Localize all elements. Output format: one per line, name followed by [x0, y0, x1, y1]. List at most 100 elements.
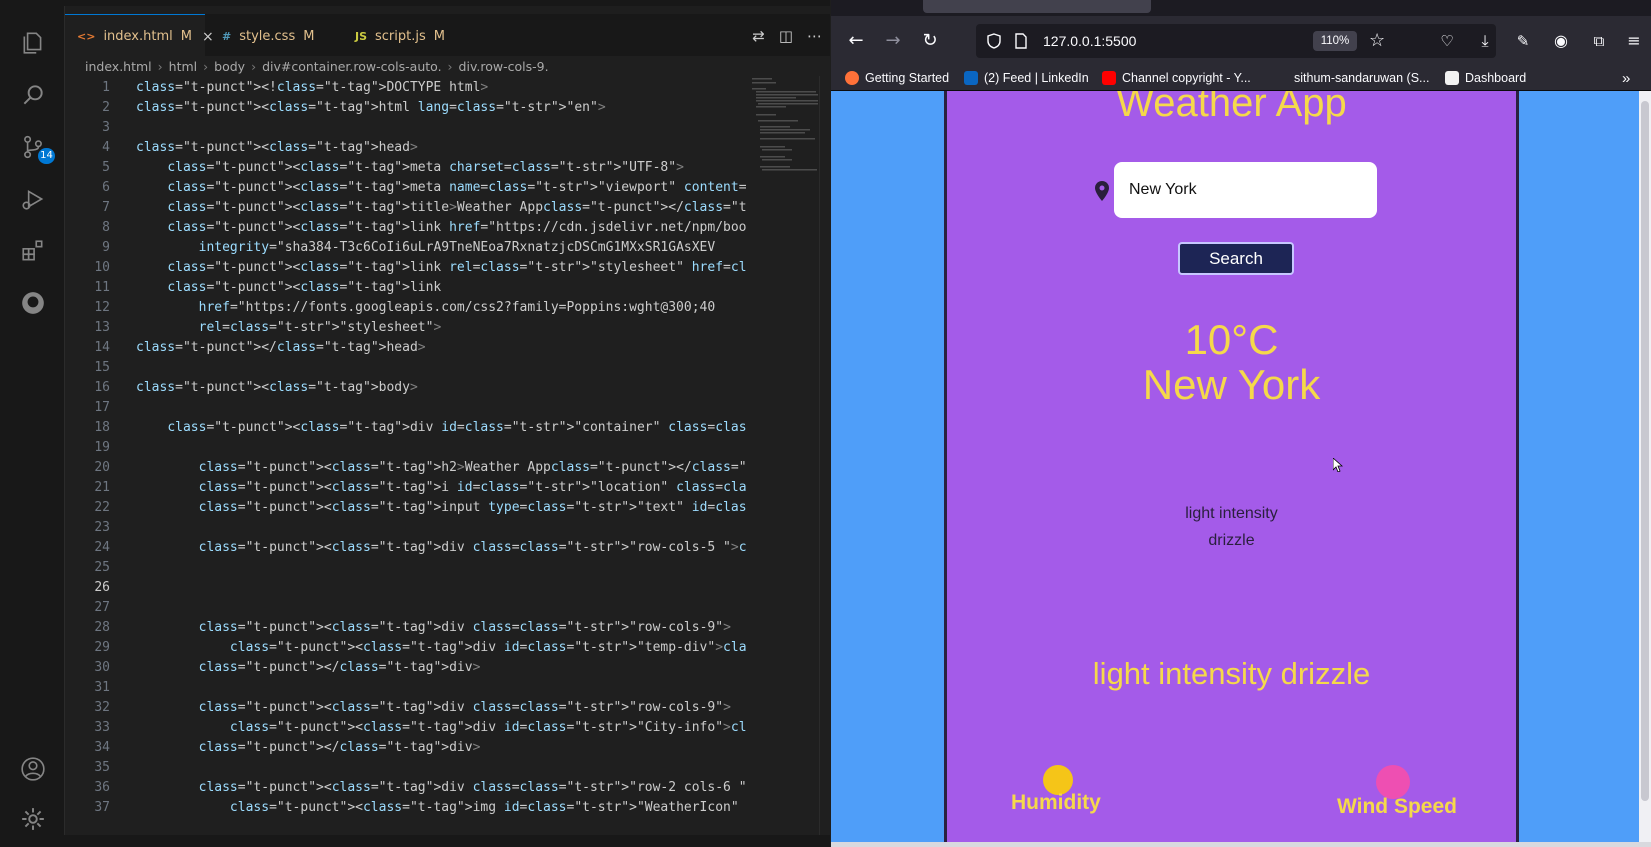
shield-icon[interactable] — [986, 33, 1002, 49]
breadcrumb-item[interactable]: div.row-cols-9. — [459, 59, 549, 74]
line-number: 33 — [94, 720, 110, 735]
settings-gear-icon[interactable] — [20, 806, 46, 832]
code-line[interactable]: 14 class="t-punct"></class="t-tag">head> — [65, 338, 745, 358]
tools-icon[interactable]: ✎ — [1512, 30, 1534, 52]
line-number: 35 — [94, 760, 110, 775]
editor-scrollbar[interactable] — [819, 76, 830, 835]
bookmark-getting-started[interactable]: Getting Started — [845, 66, 949, 90]
code-line[interactable]: 36 class="t-punct"><class="t-tag">div cl… — [65, 778, 746, 798]
compare-changes-icon[interactable]: ⇄ — [752, 27, 765, 45]
city-input[interactable] — [1114, 162, 1377, 218]
code-line[interactable]: 28 class="t-punct"><class="t-tag">div cl… — [65, 618, 745, 638]
breadcrumb-item[interactable]: index.html — [85, 59, 152, 74]
code-line[interactable]: 16 class="t-punct"><class="t-tag">body> — [65, 378, 745, 398]
code-line[interactable]: 17 — [65, 398, 745, 418]
minimap[interactable] — [750, 76, 820, 216]
browser-tab-active[interactable] — [923, 0, 1151, 13]
code-line[interactable]: 7 class="t-punct"><class="t-tag">title>W… — [65, 198, 746, 218]
reload-icon[interactable]: ↻ — [919, 30, 941, 52]
tab-script-js[interactable]: JS script.js M — [343, 14, 468, 58]
weather-card: Weather App Search 10°C New York light i… — [944, 91, 1519, 842]
code-line[interactable]: 11 class="t-punct"><class="t-tag">link — [65, 278, 745, 298]
code-line[interactable]: 18 class="t-punct"><class="t-tag">div id… — [65, 418, 746, 438]
line-number: 31 — [94, 680, 110, 695]
extensions-icon[interactable] — [20, 238, 46, 264]
line-number: 21 — [94, 480, 110, 495]
pocket-icon[interactable]: ♡ — [1436, 30, 1458, 52]
tab-style-css[interactable]: # style.css M — [210, 14, 335, 58]
more-actions-icon[interactable]: ⋯ — [807, 27, 822, 45]
code-line[interactable]: 8 class="t-punct"><class="t-tag">link hr… — [65, 218, 746, 238]
search-icon[interactable] — [20, 82, 46, 108]
line-number: 37 — [94, 800, 110, 815]
code-line[interactable]: 21 class="t-punct"><class="t-tag">i id=c… — [65, 478, 746, 498]
code-line[interactable]: 5 class="t-punct"><class="t-tag">meta ch… — [65, 158, 745, 178]
code-line[interactable]: 15 — [65, 358, 745, 378]
code-line[interactable]: 3 — [65, 118, 745, 138]
code-text: class="t-punct"><class="t-tag">div id=cl… — [167, 420, 746, 435]
page-scrollbar[interactable] — [1639, 91, 1651, 842]
code-line[interactable]: 24 class="t-punct"><class="t-tag">div cl… — [65, 538, 746, 558]
youtube-icon — [1102, 71, 1116, 85]
breadcrumb-item[interactable]: div#container.row-cols-auto. — [262, 59, 441, 74]
back-icon[interactable]: ← — [845, 30, 867, 52]
bookmark-sithum[interactable]: sithum-sandaruwan (S... — [1294, 66, 1429, 90]
search-button[interactable]: Search — [1178, 242, 1294, 275]
line-number: 26 — [94, 580, 110, 595]
modified-mark: M — [303, 28, 315, 44]
menu-icon[interactable]: ≡ — [1623, 30, 1645, 52]
account-icon[interactable]: ◉ — [1550, 30, 1572, 52]
bookmark-youtube[interactable]: Channel copyright - Y... — [1102, 66, 1251, 90]
code-line[interactable]: 27 — [65, 598, 745, 618]
account-icon[interactable] — [20, 756, 46, 782]
more-bookmarks-icon[interactable]: » — [1622, 66, 1630, 90]
code-line[interactable]: 23 — [65, 518, 745, 538]
code-line[interactable]: 20 class="t-punct"><class="t-tag">h2>Wea… — [65, 458, 746, 478]
code-line[interactable]: 26 — [65, 578, 745, 598]
code-line[interactable]: 25 — [65, 558, 745, 578]
downloads-icon[interactable]: ⤓ — [1474, 30, 1496, 52]
code-line[interactable]: 1 class="t-punct"><!class="t-tag">DOCTYPE… — [65, 78, 745, 98]
code-line[interactable]: 12 href="https://fonts.googleapis.com/cs… — [65, 298, 745, 318]
code-line[interactable]: 19 — [65, 438, 745, 458]
bookmark-linkedin[interactable]: (2) Feed | LinkedIn — [964, 66, 1089, 90]
code-text: integrity="sha384-T3c6CoIi6uLrA9TneNEoa7… — [198, 240, 716, 255]
zoom-level-badge[interactable]: 110% — [1313, 31, 1357, 51]
explorer-icon[interactable] — [20, 30, 46, 56]
url-bar[interactable]: 127.0.0.1:5500 110% ☆ — [976, 24, 1496, 58]
forward-icon[interactable]: → — [882, 30, 904, 52]
code-line[interactable]: 32 class="t-punct"><class="t-tag">div cl… — [65, 698, 745, 718]
breadcrumb-item[interactable]: html — [169, 59, 197, 74]
code-line[interactable]: 37 class="t-punct"><class="t-tag">img id… — [65, 798, 745, 818]
scrollbar-thumb[interactable] — [1641, 101, 1649, 801]
bookmark-star-icon[interactable]: ☆ — [1369, 30, 1385, 51]
code-line[interactable]: 35 — [65, 758, 745, 778]
github-icon[interactable] — [20, 290, 46, 316]
split-editor-icon[interactable]: ◫ — [779, 27, 793, 45]
code-line[interactable]: 31 — [65, 678, 745, 698]
code-editor[interactable]: 1 class="t-punct"><!class="t-tag">DOCTYPE… — [65, 76, 830, 835]
run-debug-icon[interactable] — [20, 186, 46, 212]
page-info-icon[interactable] — [1014, 33, 1028, 49]
line-number: 27 — [94, 600, 110, 615]
code-line[interactable]: 4 class="t-punct"><class="t-tag">head> — [65, 138, 745, 158]
linkedin-icon — [964, 71, 978, 85]
code-line[interactable]: 9 integrity="sha384-T3c6CoIi6uLrA9TneNEo… — [65, 238, 745, 258]
code-line[interactable]: 22 class="t-punct"><class="t-tag">input … — [65, 498, 746, 518]
extensions-icon[interactable]: ⧉ — [1588, 30, 1610, 52]
code-line[interactable]: 29 class="t-punct"><class="t-tag">div id… — [65, 638, 746, 658]
bookmark-dashboard[interactable]: Dashboard — [1445, 66, 1526, 90]
code-text: class="t-punct"><class="t-tag">input typ… — [198, 500, 746, 515]
code-line[interactable]: 13 rel=class="t-str">"stylesheet"> — [65, 318, 745, 338]
code-line[interactable]: 10 class="t-punct"><class="t-tag">link r… — [65, 258, 746, 278]
tab-index-html[interactable]: <> index.html M × — [65, 14, 214, 58]
breadcrumb-item[interactable]: body — [214, 59, 245, 74]
code-line[interactable]: 6 class="t-punct"><class="t-tag">meta na… — [65, 178, 746, 198]
code-line[interactable]: 30 class="t-punct"></class="t-tag">div> — [65, 658, 745, 678]
url-text[interactable]: 127.0.0.1:5500 — [1043, 24, 1136, 58]
status-bar — [0, 835, 830, 847]
code-line[interactable]: 34 class="t-punct"></class="t-tag">div> — [65, 738, 745, 758]
code-line[interactable]: 2 class="t-punct"><class="t-tag">html lan… — [65, 98, 745, 118]
code-line[interactable]: 33 class="t-punct"><class="t-tag">div id… — [65, 718, 746, 738]
line-number: 6 — [102, 180, 110, 195]
